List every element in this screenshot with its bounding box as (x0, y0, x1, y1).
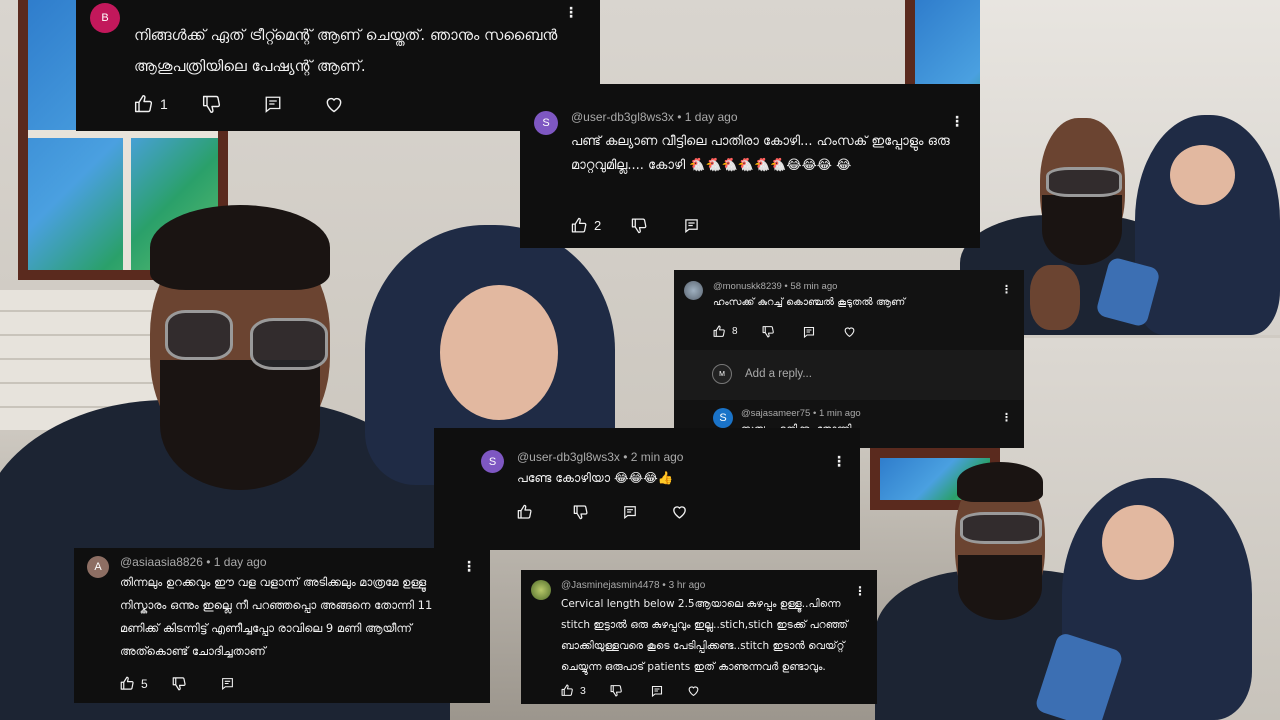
like-count: 3 (580, 684, 586, 697)
sunglasses-left (165, 310, 233, 360)
timestamp: 1 day ago (684, 110, 738, 124)
dislike-icon[interactable] (631, 217, 648, 234)
avatar[interactable] (531, 580, 551, 600)
man-beard (160, 360, 320, 490)
like-count: 2 (594, 218, 602, 233)
comment-text: തിന്നലും ഉറക്കവും ഈ വള വളാന്ന് അടിക്കലും… (120, 575, 433, 658)
avatar[interactable]: A (87, 556, 109, 578)
like-count: 5 (141, 676, 148, 691)
avatar[interactable]: B (90, 3, 120, 33)
comment-text: പണ്ടേ കോഴിയാ 😂😂😂👍 (517, 470, 674, 485)
comment-thread-card: @monuskk8239 • 58 min ago ⋮ ഹംസക്ക് കുറച… (674, 270, 1024, 448)
comment-actions: 2 (571, 217, 699, 234)
reply-icon[interactable] (264, 95, 282, 113)
reply-author[interactable]: @sajasameer75 (741, 408, 810, 419)
dislike-icon[interactable] (172, 676, 187, 691)
comment-actions (517, 503, 688, 520)
comment-meta: @user-db3gl8ws3x • 2 min ago (517, 450, 684, 464)
more-options-icon[interactable]: ⋮ (832, 455, 846, 469)
comment-text: Cervical length below 2.5ആയാലെ കുഴപ്പം ഉ… (561, 598, 848, 673)
author-name[interactable]: @monuskk8239 (713, 281, 782, 292)
reply-composer: M Add a reply... (674, 350, 1024, 400)
timestamp: 2 min ago (630, 450, 684, 464)
comment-card: A @asiaasia8826 • 1 day ago ⋮ തിന്നലും ഉ… (74, 548, 490, 703)
more-options-icon[interactable]: ⋮ (950, 115, 964, 129)
timestamp: 1 day ago (213, 555, 267, 569)
comment-text: നിങ്ങൾക്ക് ഏത് ട്രീറ്റ്മെന്റ് ആണ് ചെയ്തത… (134, 26, 558, 75)
like-icon[interactable] (120, 676, 135, 691)
heart-icon[interactable] (687, 684, 700, 697)
like-icon[interactable] (713, 325, 726, 338)
reply-input[interactable]: Add a reply... (745, 368, 812, 380)
like-count: 8 (732, 326, 738, 337)
man-hair (150, 205, 330, 290)
author-name[interactable]: @Jasminejasmin4478 (561, 580, 660, 591)
comment-text: പണ്ട് കല്യാണ വീട്ടിലെ പാതിരാ കോഴി... ഹംസ… (571, 134, 950, 173)
reply-icon[interactable] (684, 218, 699, 233)
comment-card: @Jasminejasmin4478 • 3 hr ago ⋮ Cervical… (521, 570, 877, 704)
author-name[interactable]: @user-db3gl8ws3x (571, 110, 674, 124)
heart-icon[interactable] (671, 503, 688, 520)
dislike-icon[interactable] (202, 94, 222, 114)
more-options-icon[interactable]: ⋮ (1001, 284, 1012, 295)
reply-icon[interactable] (803, 326, 815, 338)
author-name[interactable]: @user-db3gl8ws3x (517, 450, 620, 464)
avatar[interactable]: S (481, 450, 504, 473)
like-icon[interactable] (517, 504, 533, 520)
heart-icon[interactable] (324, 94, 344, 114)
more-options-icon[interactable]: ⋮ (564, 6, 578, 20)
sunglasses-right (250, 318, 328, 370)
dislike-icon[interactable] (610, 684, 623, 697)
comment-actions: 8 (713, 325, 856, 338)
more-options-icon[interactable]: ⋮ (1001, 412, 1012, 423)
comment-meta: @user-db3gl8ws3x • 1 day ago (571, 110, 738, 124)
comment-meta: @monuskk8239 • 58 min ago (713, 281, 838, 292)
timestamp: 3 hr ago (668, 580, 706, 591)
reply-meta: @sajasameer75 • 1 min ago (741, 408, 861, 419)
like-icon[interactable] (571, 217, 588, 234)
avatar[interactable]: S (534, 111, 558, 135)
comment-actions: 3 (561, 684, 700, 697)
dislike-icon[interactable] (573, 504, 589, 520)
timestamp: 58 min ago (790, 281, 838, 292)
reply-icon[interactable] (623, 505, 637, 519)
like-icon[interactable] (134, 94, 154, 114)
comment-actions: 5 (120, 676, 234, 691)
reply-icon[interactable] (651, 685, 663, 697)
heart-icon[interactable] (843, 325, 856, 338)
like-icon[interactable] (561, 684, 574, 697)
comment-actions: 1 (134, 94, 344, 114)
comment-meta: @Jasminejasmin4478 • 3 hr ago (561, 580, 706, 591)
avatar[interactable] (684, 281, 703, 300)
my-avatar: M (712, 364, 732, 384)
reply-timestamp: 1 min ago (818, 408, 861, 419)
comment-meta: @asiaasia8826 • 1 day ago (120, 555, 267, 569)
author-name[interactable]: @asiaasia8826 (120, 555, 203, 569)
reply-avatar[interactable]: S (713, 408, 733, 428)
comment-text: ഹംസക്ക് കുറച്ച് കൊഞ്ചൽ കൂടുതൽ ആണ് (713, 297, 906, 308)
woman-face (440, 285, 558, 420)
comment-card: S @user-db3gl8ws3x • 1 day ago ⋮ പണ്ട് ക… (520, 84, 980, 248)
dislike-icon[interactable] (762, 325, 775, 338)
comment-card: S @user-db3gl8ws3x • 2 min ago ⋮ പണ്ടേ ക… (434, 428, 860, 550)
reply-icon[interactable] (221, 677, 234, 690)
like-count: 1 (160, 96, 168, 112)
